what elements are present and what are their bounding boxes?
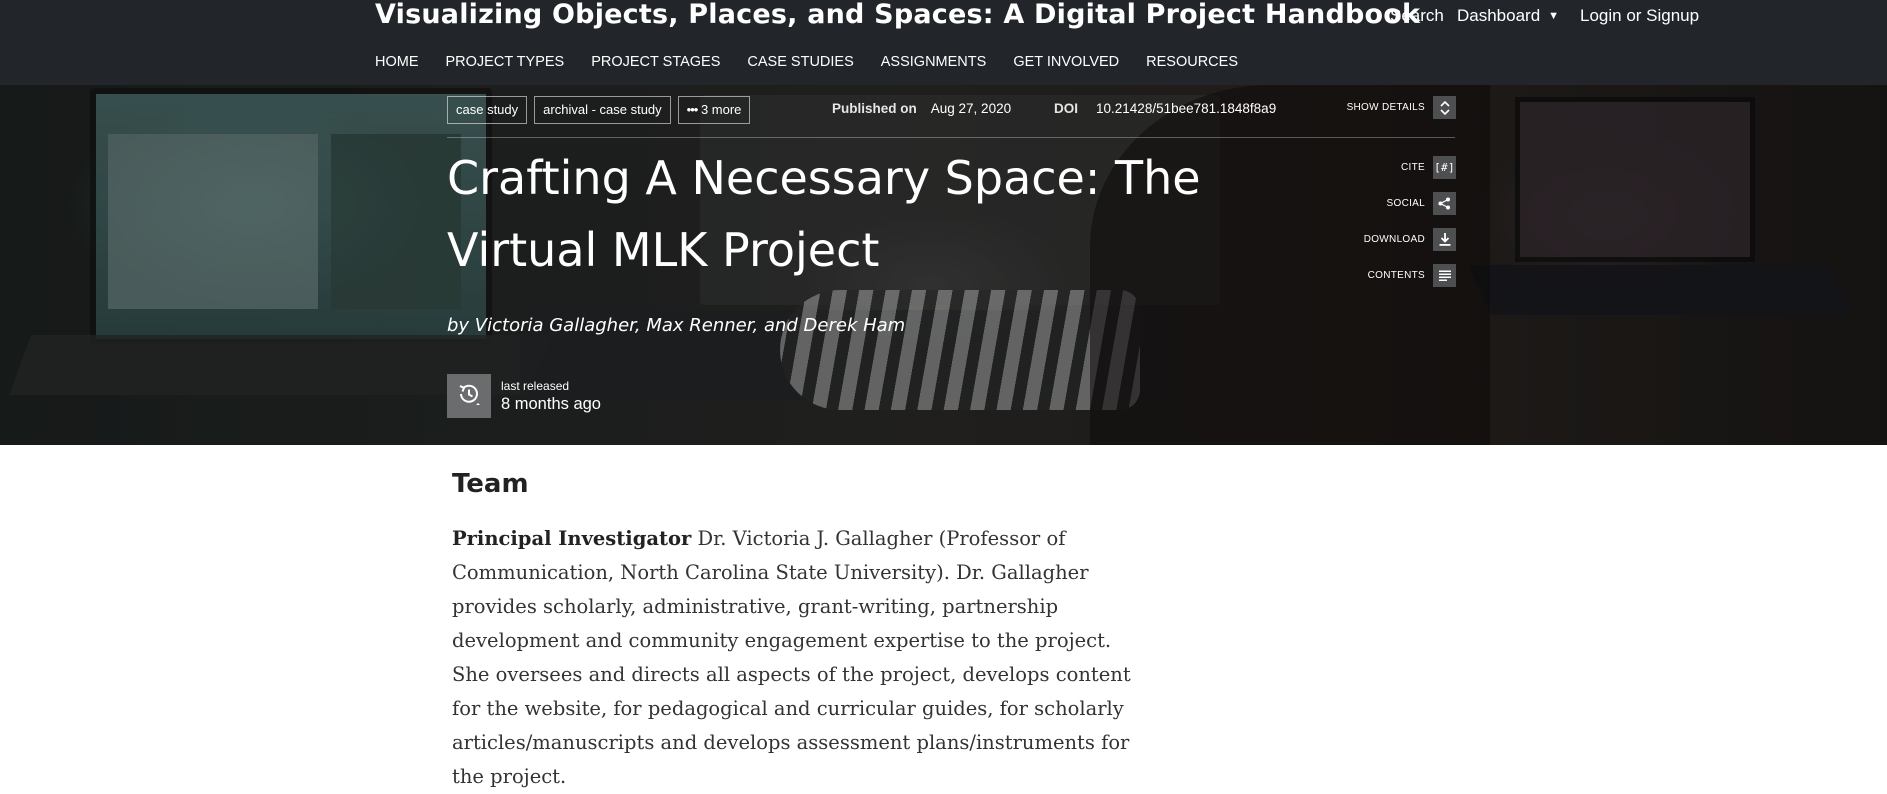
main-menu: HOME PROJECT TYPES PROJECT STAGES CASE S… (375, 54, 1265, 70)
team-paragraph: Principal Investigator Dr. Victoria J. G… (452, 522, 1142, 794)
login-signup-link[interactable]: Login or Signup (1580, 6, 1699, 28)
tag-more-label: 3 more (700, 102, 742, 117)
list-icon (1433, 264, 1456, 287)
menu-item-home[interactable]: HOME (375, 54, 419, 70)
ellipsis-icon: ••• (686, 102, 699, 117)
download-label: DOWNLOAD (1363, 234, 1425, 245)
published-date: Published on Aug 27, 2020 (832, 101, 1011, 116)
doi-label: DOI (1054, 101, 1079, 116)
team-paragraph-text: Dr. Victoria J. Gallagher (Professor of … (452, 527, 1131, 788)
search-link[interactable]: Search (1390, 6, 1444, 28)
publication-header: case study archival - case study ••• 3 m… (0, 85, 1887, 445)
history-icon (456, 381, 482, 412)
show-details-button[interactable]: SHOW DETAILS (1347, 96, 1456, 119)
download-button[interactable]: DOWNLOAD (1364, 228, 1456, 251)
menu-item-case-studies[interactable]: CASE STUDIES (747, 54, 853, 70)
download-icon (1433, 228, 1456, 251)
dashboard-menu[interactable]: Dashboard ▼ (1457, 6, 1559, 28)
header-divider (447, 137, 1455, 138)
menu-item-resources[interactable]: RESOURCES (1146, 54, 1238, 70)
share-icon (1433, 192, 1456, 215)
chevron-up-down-icon (1433, 96, 1456, 119)
cite-button[interactable]: CITE [#] (1401, 156, 1456, 179)
published-label: Published on (832, 101, 917, 116)
show-details-label: SHOW DETAILS (1346, 102, 1425, 113)
byline: by Victoria Gallagher, Max Renner, and D… (447, 315, 906, 336)
tag-list: case study archival - case study ••• 3 m… (447, 96, 751, 124)
doi-value[interactable]: 10.21428/51bee781.1848f8a9 (1096, 101, 1276, 116)
release-label: last released (501, 379, 570, 393)
tag-archival-case-study[interactable]: archival - case study (534, 96, 671, 124)
top-navigation: Visualizing Objects, Places, and Spaces:… (0, 0, 1887, 85)
tag-more-button[interactable]: ••• 3 more (677, 96, 751, 124)
menu-item-project-types[interactable]: PROJECT TYPES (446, 54, 565, 70)
section-heading-team: Team (452, 469, 529, 499)
cite-brackets-icon: [#] (1433, 156, 1456, 179)
tag-case-study[interactable]: case study (447, 96, 528, 124)
site-title[interactable]: Visualizing Objects, Places, and Spaces:… (375, 0, 1420, 30)
published-value: Aug 27, 2020 (930, 101, 1012, 116)
menu-item-assignments[interactable]: ASSIGNMENTS (881, 54, 987, 70)
caret-down-icon: ▼ (1548, 10, 1560, 22)
contents-button[interactable]: CONTENTS (1368, 264, 1456, 287)
menu-item-get-involved[interactable]: GET INVOLVED (1013, 54, 1119, 70)
cite-label: CITE (1401, 162, 1425, 173)
publication-title: Crafting A Necessary Space: The Virtual … (447, 151, 1201, 277)
menu-item-project-stages[interactable]: PROJECT STAGES (591, 54, 720, 70)
social-label: SOCIAL (1386, 198, 1425, 209)
release-history-button[interactable] (447, 374, 491, 418)
doi: DOI 10.21428/51bee781.1848f8a9 (1054, 101, 1276, 116)
dashboard-label: Dashboard (1457, 6, 1541, 25)
role-principal-investigator: Principal Investigator (452, 527, 692, 550)
release-value: 8 months ago (501, 395, 601, 413)
contents-label: CONTENTS (1367, 270, 1425, 281)
social-button[interactable]: SOCIAL (1387, 192, 1456, 215)
